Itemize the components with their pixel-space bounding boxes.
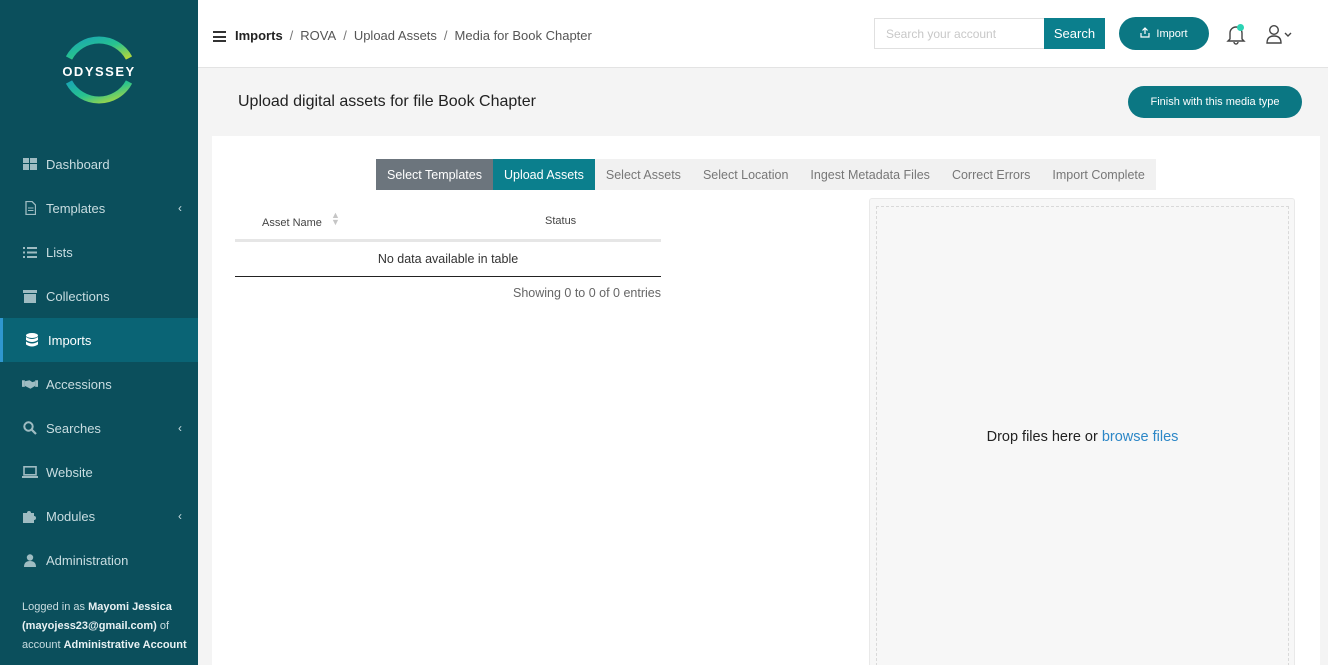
step-import-complete: Import Complete xyxy=(1052,167,1145,182)
handshake-icon xyxy=(22,376,38,392)
user-avatar-icon xyxy=(1266,24,1292,44)
database-icon xyxy=(24,332,40,348)
sidebar-item-label: Website xyxy=(46,464,93,480)
step-ingest-metadata-files: Ingest Metadata Files xyxy=(810,167,930,182)
sidebar-item-imports[interactable]: Imports xyxy=(0,318,198,362)
logged-in-info: Logged in as Mayomi Jessica (mayojess23@… xyxy=(22,598,187,655)
sidebar-item-website[interactable]: Website xyxy=(0,450,198,494)
step-correct-errors: Correct Errors xyxy=(951,167,1031,182)
sidebar-item-label: Administration xyxy=(46,552,129,568)
laptop-icon xyxy=(22,464,38,480)
logo-text: ODYSSEY xyxy=(62,64,136,79)
menu-icon[interactable] xyxy=(213,31,226,42)
archive-icon xyxy=(22,288,38,304)
table-info: Showing 0 to 0 of 0 entries xyxy=(512,286,661,300)
assets-table: Asset Name ▲ ▼ Status No data available i… xyxy=(235,206,661,300)
odyssey-logo[interactable]: ODYSSEY xyxy=(57,28,141,112)
sidebar-nav: Dashboard Templates ‹ Lists Collections xyxy=(0,142,198,582)
browse-files-link[interactable]: browse files xyxy=(1102,429,1179,445)
table-empty-row: No data available in table xyxy=(235,242,661,277)
sidebar-item-label: Accessions xyxy=(46,376,112,392)
breadcrumb-separator: / xyxy=(289,28,294,43)
logged-in-email: (mayojess23@gmail.com) xyxy=(22,620,157,632)
topbar: Imports / ROVA / Upload Assets / Media for Boo… xyxy=(198,0,1328,68)
logged-in-account: Administrative Account xyxy=(63,639,187,651)
sidebar-item-templates[interactable]: Templates ‹ xyxy=(0,186,198,230)
wizard-steps: Select Templates Upload Assets Select As… xyxy=(376,159,1156,190)
breadcrumb-item[interactable]: ROVA xyxy=(300,28,336,43)
search-icon xyxy=(22,420,38,436)
notification-dot xyxy=(1237,24,1244,31)
logged-in-prefix: Logged in as xyxy=(22,601,85,613)
sidebar-item-label: Searches xyxy=(46,420,101,436)
step-select-assets: Select Assets xyxy=(605,167,681,182)
sidebar: ODYSSEY Dashboard Templates ‹ Lists Coll… xyxy=(0,0,198,665)
column-header-asset-name[interactable]: Asset Name xyxy=(262,217,322,229)
breadcrumb: Imports / ROVA / Upload Assets / Media for Boo… xyxy=(235,28,592,43)
sidebar-item-collections[interactable]: Collections xyxy=(0,274,198,318)
step-select-templates[interactable]: Select Templates xyxy=(376,159,493,190)
sidebar-item-label: Modules xyxy=(46,508,96,524)
sidebar-item-label: Dashboard xyxy=(46,156,110,172)
sidebar-item-dashboard[interactable]: Dashboard xyxy=(0,142,198,186)
step-upload-assets[interactable]: Upload Assets xyxy=(492,159,595,190)
puzzle-icon xyxy=(22,508,38,524)
dropzone-label: Drop files here or xyxy=(986,429,1098,445)
breadcrumb-separator: / xyxy=(343,28,347,43)
step-select-location: Select Location xyxy=(702,167,789,182)
search-button[interactable]: Search xyxy=(1044,18,1105,49)
chevron-left-icon: ‹ xyxy=(178,509,182,523)
user-menu[interactable] xyxy=(1266,24,1296,44)
import-button[interactable]: Import xyxy=(1119,17,1209,50)
sidebar-item-modules[interactable]: Modules ‹ xyxy=(0,494,198,538)
import-button-label: Import xyxy=(1156,27,1188,40)
breadcrumb-item: Media for Book Chapter xyxy=(454,28,592,43)
sidebar-item-label: Templates xyxy=(46,200,106,216)
upload-icon xyxy=(1140,26,1151,41)
search-input[interactable] xyxy=(874,18,1045,49)
sidebar-item-label: Collections xyxy=(46,288,110,304)
page-title: Upload digital assets for file Book Chap… xyxy=(238,93,536,110)
sidebar-item-administration[interactable]: Administration xyxy=(0,538,198,582)
file-icon xyxy=(22,200,38,216)
table-header: Asset Name ▲ ▼ Status xyxy=(235,206,661,242)
chevron-left-icon: ‹ xyxy=(178,421,182,435)
breadcrumb-separator: / xyxy=(443,28,448,43)
breadcrumb-item[interactable]: Imports xyxy=(235,28,283,43)
upload-card: Select Templates Upload Assets Select As… xyxy=(212,136,1320,665)
sidebar-item-lists[interactable]: Lists xyxy=(0,230,198,274)
file-dropzone[interactable]: Drop files here or browse files xyxy=(876,206,1289,665)
upload-panel: Drop files here or browse files xyxy=(869,198,1295,665)
breadcrumb-item[interactable]: Upload Assets xyxy=(354,28,437,43)
dropzone-text: Drop files here or browse files xyxy=(877,429,1288,445)
chevron-left-icon: ‹ xyxy=(178,201,182,215)
sort-icon[interactable]: ▲ ▼ xyxy=(331,211,340,227)
sidebar-item-searches[interactable]: Searches ‹ xyxy=(0,406,198,450)
list-icon xyxy=(22,244,38,260)
column-header-status[interactable]: Status xyxy=(545,215,576,227)
sidebar-item-label: Imports xyxy=(48,332,92,348)
finish-media-type-button[interactable]: Finish with this media type xyxy=(1128,86,1302,118)
user-icon xyxy=(22,552,38,568)
dashboard-icon xyxy=(22,156,38,172)
logged-in-user: Mayomi Jessica xyxy=(88,601,172,613)
sidebar-item-label: Lists xyxy=(46,244,73,260)
sidebar-item-accessions[interactable]: Accessions xyxy=(0,362,198,406)
